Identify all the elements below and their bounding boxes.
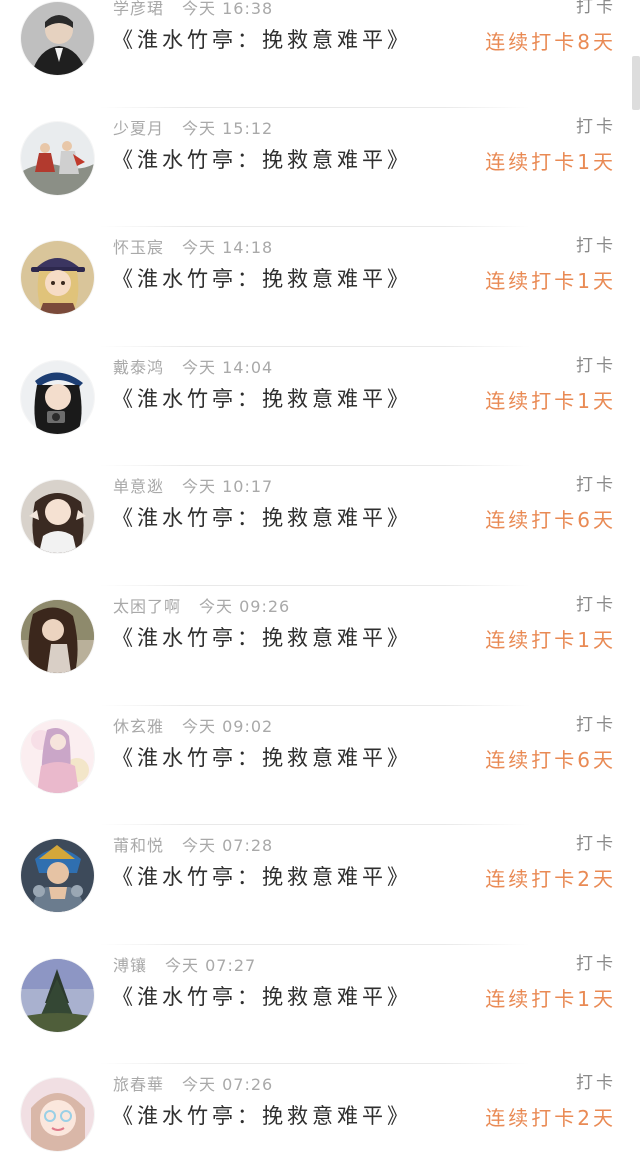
- checkin-feed: 学彦珺 今天 16:38 《淮水竹亭：挽救意难平》 打卡 连续打卡8天 少夏月 今天…: [0, 0, 640, 1167]
- post-time: 今天 16:38: [182, 0, 274, 18]
- post-time: 今天 07:28: [182, 836, 274, 856]
- post-time: 今天 10:17: [182, 477, 274, 497]
- long-hair-girl-avatar[interactable]: [21, 600, 94, 673]
- checkin-label: 打卡: [576, 1073, 616, 1094]
- post-time: 今天 07:26: [182, 1075, 274, 1095]
- checkin-label: 打卡: [576, 236, 616, 257]
- checkin-label: 打卡: [576, 953, 616, 974]
- book-title[interactable]: 《淮水竹亭：挽救意难平》: [112, 622, 412, 652]
- post-time: 今天 14:04: [182, 357, 274, 377]
- streak-count: 连续打卡2天: [485, 867, 616, 892]
- streak-count: 连续打卡6天: [485, 508, 616, 533]
- list-item[interactable]: 戴泰鸿 今天 14:04 《淮水竹亭：挽救意难平》 打卡 连续打卡1天: [0, 347, 640, 467]
- post-time: 今天 09:02: [182, 716, 274, 736]
- streak-count: 连续打卡1天: [485, 269, 616, 294]
- checkin-label: 打卡: [576, 714, 616, 735]
- checkin-label: 打卡: [576, 595, 616, 615]
- cartoon-girl-hat-avatar[interactable]: [21, 241, 94, 315]
- user-name[interactable]: 旅春華: [113, 1075, 164, 1094]
- post-time: 今天 14:18: [182, 238, 274, 258]
- user-name[interactable]: 溥镶: [113, 956, 147, 975]
- girl-portrait-avatar[interactable]: [21, 480, 94, 554]
- streak-count: 连续打卡1天: [485, 986, 616, 1011]
- user-name[interactable]: 学彦珺: [113, 0, 164, 18]
- book-title[interactable]: 《淮水竹亭：挽救意难平》: [112, 383, 412, 413]
- streak-count: 连续打卡1天: [485, 149, 616, 174]
- checkin-label: 打卡: [576, 0, 616, 17]
- checkin-label: 打卡: [576, 834, 616, 855]
- book-title[interactable]: 《淮水竹亭：挽救意难平》: [112, 861, 412, 891]
- streak-count: 连续打卡2天: [485, 1106, 616, 1131]
- man-in-suit-avatar[interactable]: [21, 2, 94, 75]
- post-time: 今天 09:26: [199, 597, 291, 616]
- list-item[interactable]: 单意逖 今天 10:17 《淮水竹亭：挽救意难平》 打卡 连续打卡6天: [0, 466, 640, 586]
- list-item[interactable]: 学彦珺 今天 16:38 《淮水竹亭：挽救意难平》 打卡 连续打卡8天: [0, 0, 640, 108]
- list-item[interactable]: 怀玉宸 今天 14:18 《淮水竹亭：挽救意难平》 打卡 连续打卡1天: [0, 227, 640, 347]
- user-name[interactable]: 怀玉宸: [113, 238, 164, 257]
- streak-count: 连续打卡1天: [485, 628, 616, 652]
- girl-with-camera-avatar[interactable]: [21, 360, 94, 434]
- book-title[interactable]: 《淮水竹亭：挽救意难平》: [112, 144, 412, 174]
- list-item[interactable]: 太困了啊 今天 09:26 《淮水竹亭：挽救意难平》 打卡 连续打卡1天: [0, 586, 640, 706]
- game-character-avatar[interactable]: [21, 839, 94, 913]
- book-title[interactable]: 《淮水竹亭：挽救意难平》: [112, 263, 412, 293]
- user-name[interactable]: 莆和悦: [113, 836, 164, 855]
- checkin-label: 打卡: [576, 475, 616, 496]
- book-title[interactable]: 《淮水竹亭：挽救意难平》: [112, 502, 412, 532]
- streak-count: 连续打卡1天: [485, 388, 616, 413]
- user-name[interactable]: 休玄雅: [113, 717, 164, 736]
- book-title[interactable]: 《淮水竹亭：挽救意难平》: [112, 742, 412, 772]
- user-name[interactable]: 戴泰鸿: [113, 358, 164, 377]
- pink-illustration-avatar[interactable]: [21, 719, 94, 793]
- streak-count: 连续打卡8天: [485, 30, 616, 54]
- checkin-label: 打卡: [576, 116, 616, 137]
- list-item[interactable]: 休玄雅 今天 09:02 《淮水竹亭：挽救意难平》 打卡 连续打卡6天: [0, 706, 640, 826]
- list-item[interactable]: 莆和悦 今天 07:28 《淮水竹亭：挽救意难平》 打卡 连续打卡2天: [0, 825, 640, 945]
- book-title[interactable]: 《淮水竹亭：挽救意难平》: [112, 981, 412, 1011]
- streak-count: 连续打卡6天: [485, 747, 616, 772]
- list-item[interactable]: 旅春華 今天 07:26 《淮水竹亭：挽救意难平》 打卡 连续打卡2天: [0, 1064, 640, 1167]
- post-time: 今天 15:12: [182, 118, 274, 138]
- costume-figures-avatar[interactable]: [21, 121, 94, 195]
- cute-face-avatar[interactable]: [21, 1078, 94, 1152]
- book-title[interactable]: 《淮水竹亭：挽救意难平》: [112, 24, 412, 54]
- list-item[interactable]: 少夏月 今天 15:12 《淮水竹亭：挽救意难平》 打卡 连续打卡1天: [0, 108, 640, 228]
- user-name[interactable]: 太困了啊: [113, 597, 181, 616]
- checkin-label: 打卡: [576, 355, 616, 376]
- tree-landscape-avatar[interactable]: [21, 958, 94, 1032]
- post-time: 今天 07:27: [165, 955, 257, 975]
- user-name[interactable]: 少夏月: [113, 119, 164, 138]
- book-title[interactable]: 《淮水竹亭：挽救意难平》: [112, 1100, 412, 1130]
- user-name[interactable]: 单意逖: [113, 477, 164, 496]
- list-item[interactable]: 溥镶 今天 07:27 《淮水竹亭：挽救意难平》 打卡 连续打卡1天: [0, 945, 640, 1065]
- scrollbar[interactable]: [632, 56, 640, 110]
